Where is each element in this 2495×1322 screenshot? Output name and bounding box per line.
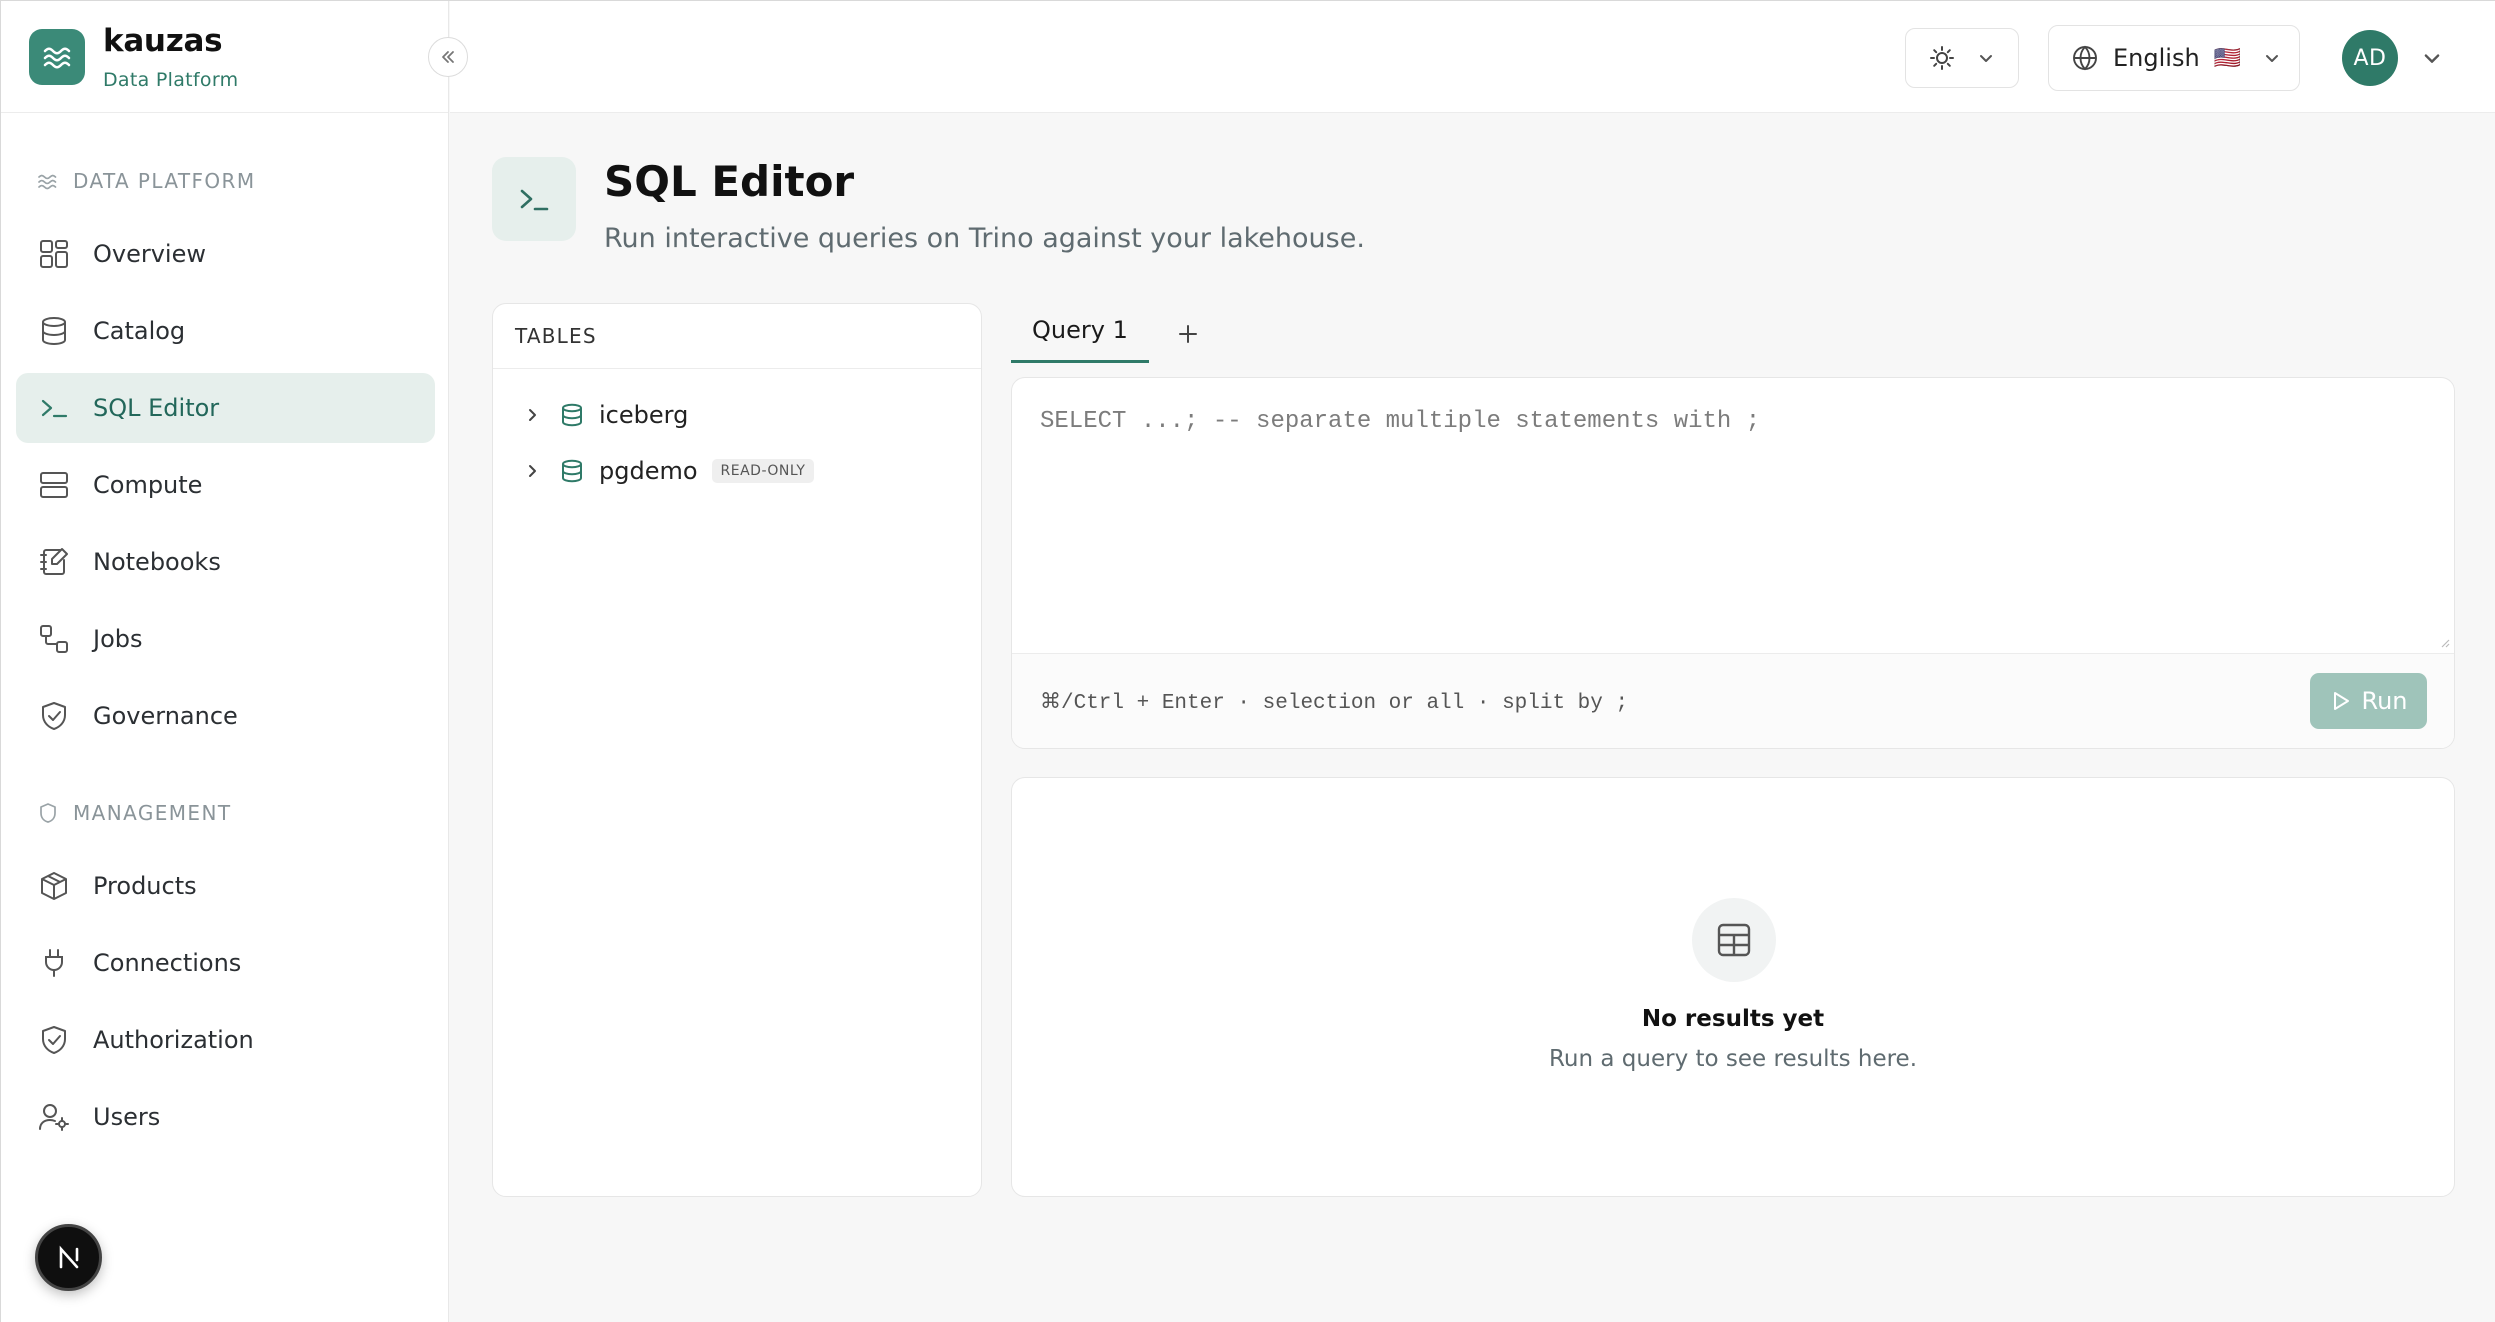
globe-icon (2073, 45, 2097, 71)
tree-item-pgdemo[interactable]: pgdemo READ-ONLY (493, 443, 981, 499)
sidebar-item-authorization[interactable]: Authorization (16, 1005, 435, 1075)
sidebar-item-label: Connections (93, 949, 242, 977)
workflow-icon (37, 622, 71, 656)
tree-item-iceberg[interactable]: iceberg (493, 387, 981, 443)
sidebar-item-label: Catalog (93, 317, 186, 345)
sql-editor: SELECT ...; -- separate multiple stateme… (1011, 377, 2455, 749)
terminal-icon (492, 157, 576, 241)
waves-logo-icon[interactable] (29, 28, 85, 85)
resize-grip-icon[interactable] (2438, 636, 2450, 648)
results-panel: No results yet Run a query to see result… (1011, 777, 2455, 1197)
database-icon (562, 403, 582, 427)
package-icon (37, 869, 71, 903)
language-label: English (2113, 44, 2200, 72)
theme-toggle-button[interactable] (1905, 28, 2019, 88)
run-label: Run (2361, 687, 2408, 715)
tab-query-1[interactable]: Query 1 (1011, 316, 1149, 363)
sidebar-item-catalog[interactable]: Catalog (16, 296, 435, 366)
shield-check-icon (37, 1023, 71, 1057)
n-logo-icon (59, 1245, 78, 1268)
keyboard-hint: ⌘/Ctrl + Enter · selection or all · spli… (1040, 691, 1629, 715)
brand-name: kauzas (103, 22, 223, 59)
waves-icon (38, 174, 57, 190)
page-subtitle: Run interactive queries on Trino against… (604, 223, 1365, 254)
table-tree: iceberg pgdemo READ-ONLY (493, 369, 981, 499)
chevron-down-icon[interactable] (2421, 47, 2443, 69)
notebook-icon (37, 545, 71, 579)
sidebar-item-label: Compute (93, 471, 203, 499)
database-icon (562, 459, 582, 483)
sidebar-item-users[interactable]: Users (16, 1082, 435, 1152)
empty-state-title: No results yet (1641, 1006, 1825, 1032)
brand-subtitle: Data Platform (103, 68, 239, 91)
database-icon (37, 314, 71, 348)
sidebar-item-label: SQL Editor (93, 394, 220, 422)
sidebar-item-notebooks[interactable]: Notebooks (16, 527, 435, 597)
tables-header: TABLES (493, 304, 981, 369)
brand: kauzas Data Platform (1, 1, 468, 113)
tree-item-label: pgdemo (599, 457, 698, 485)
section-title-data-platform: DATA PLATFORM (1, 169, 256, 193)
sql-input[interactable]: SELECT ...; -- separate multiple stateme… (1012, 378, 2454, 654)
collapse-sidebar-button[interactable] (428, 37, 468, 77)
page-title: SQL Editor (604, 157, 855, 206)
add-tab-icon[interactable] (1177, 323, 1199, 345)
tables-panel: TABLES iceberg pgdemo READ-ONLY (492, 303, 982, 1197)
sidebar-item-compute[interactable]: Compute (16, 450, 435, 520)
query-tabs: Query 1 (1011, 303, 1199, 363)
run-button[interactable]: Run (2310, 673, 2427, 729)
plug-icon (37, 946, 71, 980)
user-gear-icon (37, 1100, 71, 1134)
shield-check-icon (37, 699, 71, 733)
sidebar-item-label: Governance (93, 702, 238, 730)
language-select[interactable]: English 🇺🇸 (2048, 25, 2300, 91)
section-title-management: MANAGEMENT (1, 801, 231, 825)
chevrons-left-icon (442, 51, 454, 63)
terminal-icon (37, 391, 71, 425)
chevron-right-icon[interactable] (523, 406, 541, 424)
nav-data-platform: Overview Catalog SQL Editor Compute Note… (16, 219, 435, 758)
nav-management: Products Connections Authorization Users (16, 851, 435, 1159)
server-icon (37, 468, 71, 502)
sidebar-item-label: Jobs (93, 625, 143, 653)
play-icon (2334, 692, 2350, 710)
chevron-down-icon (2266, 55, 2279, 62)
sidebar-item-label: Authorization (93, 1026, 254, 1054)
avatar[interactable]: AD (2342, 30, 2398, 86)
sidebar-item-connections[interactable]: Connections (16, 928, 435, 998)
sidebar: kauzas Data Platform DATA PLATFORM Overv… (1, 1, 468, 1322)
chevron-right-icon[interactable] (523, 462, 541, 480)
sidebar-item-label: Notebooks (93, 548, 221, 576)
sidebar-item-label: Overview (93, 240, 206, 268)
sun-icon (1930, 46, 1954, 70)
sidebar-item-label: Users (93, 1103, 161, 1131)
sidebar-item-overview[interactable]: Overview (16, 219, 435, 289)
us-flag-icon: 🇺🇸 (2213, 45, 2242, 71)
sidebar-item-products[interactable]: Products (16, 851, 435, 921)
topbar: English 🇺🇸 AD (450, 1, 2495, 113)
tree-item-label: iceberg (599, 401, 689, 429)
nextjs-dev-button[interactable] (35, 1224, 102, 1291)
editor-footer: ⌘/Ctrl + Enter · selection or all · spli… (1012, 654, 2454, 748)
chevron-down-icon (1980, 55, 1992, 62)
read-only-badge: READ-ONLY (711, 459, 815, 483)
sidebar-item-governance[interactable]: Governance (16, 681, 435, 751)
empty-state-subtitle: Run a query to see results here. (1548, 1046, 1918, 1072)
table-icon (1692, 898, 1776, 982)
sidebar-item-label: Products (93, 872, 197, 900)
sidebar-item-jobs[interactable]: Jobs (16, 604, 435, 674)
shield-icon (40, 803, 56, 823)
sidebar-item-sql-editor[interactable]: SQL Editor (16, 373, 435, 443)
grid-icon (37, 237, 71, 271)
